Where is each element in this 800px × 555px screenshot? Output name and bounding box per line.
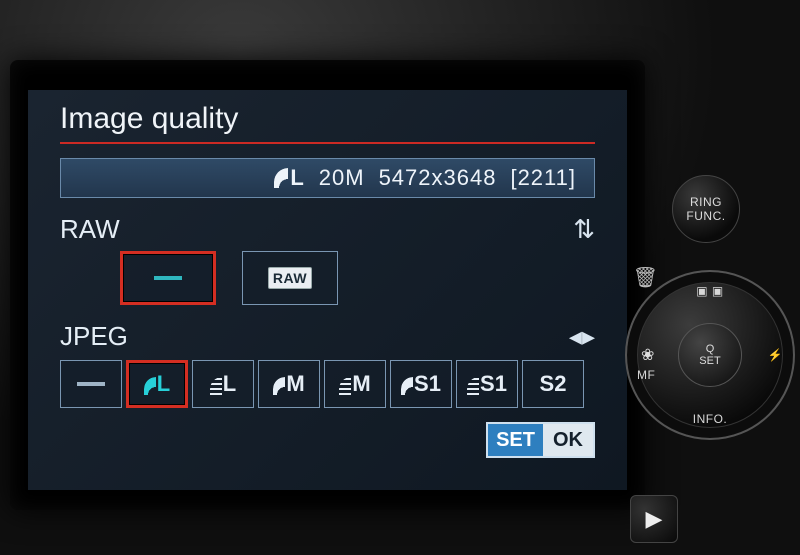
dial-up-icon[interactable]: ▣ ▣ xyxy=(627,284,793,298)
play-icon: ▶ xyxy=(646,506,663,532)
title-divider xyxy=(60,142,595,144)
normal-icon xyxy=(339,377,351,395)
dial-left-mf[interactable]: MF xyxy=(637,368,655,382)
set-label: SET xyxy=(488,424,543,456)
nav-updown-icon: ⇅ xyxy=(573,214,595,245)
ring-func-button[interactable]: RING FUNC. xyxy=(672,175,740,243)
fine-icon xyxy=(144,377,156,395)
lcd-screen: Image quality L 20M 5472x3648 [2211] RAW… xyxy=(28,90,627,490)
q-set-button[interactable]: Q SET xyxy=(678,323,742,387)
dash-icon xyxy=(77,382,105,386)
jpeg-option-fine-M[interactable]: M xyxy=(258,360,320,408)
raw-option-off[interactable] xyxy=(120,251,216,305)
status-resolution: 5472x3648 xyxy=(379,165,497,191)
jpeg-option-normal-L[interactable]: L xyxy=(192,360,254,408)
jpeg-option-off[interactable] xyxy=(60,360,122,408)
jpeg-option-normal-S1[interactable]: S1 xyxy=(456,360,518,408)
dial-down-info[interactable]: INFO. xyxy=(627,412,793,426)
quality-icon-fine-L: L xyxy=(274,165,304,191)
normal-icon xyxy=(467,377,479,395)
raw-chip-icon: RAW xyxy=(268,267,312,289)
jpeg-option-fine-S1[interactable]: S1 xyxy=(390,360,452,408)
jpeg-section: JPEG ◂▸ xyxy=(60,321,595,352)
dial-right-flash-icon[interactable]: ⚡ xyxy=(768,348,783,362)
jpeg-label: JPEG xyxy=(60,321,170,352)
dash-icon xyxy=(154,276,182,280)
page-title: Image quality xyxy=(60,102,595,142)
raw-section: RAW ⇅ xyxy=(60,214,595,245)
status-shots-remaining: [2211] xyxy=(510,165,576,191)
raw-option-on[interactable]: RAW xyxy=(242,251,338,305)
jpeg-option-normal-M[interactable]: M xyxy=(324,360,386,408)
jpeg-option-S2[interactable]: S2 xyxy=(522,360,584,408)
nav-leftright-icon: ◂▸ xyxy=(569,321,595,352)
playback-button[interactable]: ▶ xyxy=(630,495,678,543)
macro-icon[interactable]: ❀ xyxy=(641,345,654,365)
footer: SET OK xyxy=(60,422,595,458)
normal-icon xyxy=(210,377,222,395)
lcd-bezel: Image quality L 20M 5472x3648 [2211] RAW… xyxy=(10,60,645,510)
fine-icon xyxy=(273,377,285,395)
fine-icon xyxy=(401,377,413,395)
raw-label: RAW xyxy=(60,214,170,245)
jpeg-option-fine-L[interactable]: L xyxy=(126,360,188,408)
jpeg-options-row: L L M M S1 S1 S2 xyxy=(60,360,595,408)
status-megapixels: 20M xyxy=(319,165,365,191)
ok-label: OK xyxy=(543,424,593,456)
control-dial[interactable]: ▣ ▣ INFO. ❀ MF ⚡ Q SET xyxy=(625,270,795,440)
set-ok-button[interactable]: SET OK xyxy=(486,422,595,458)
current-setting-bar: L 20M 5472x3648 [2211] xyxy=(60,158,595,198)
